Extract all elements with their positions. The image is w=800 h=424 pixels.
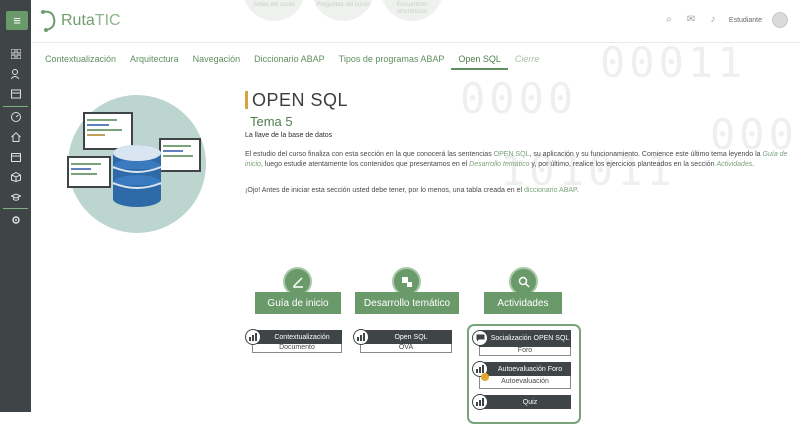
- card-type: Autoevaluación: [479, 376, 571, 389]
- chart-icon: [245, 329, 261, 345]
- tab-navegacion[interactable]: Navegación: [186, 52, 248, 70]
- ghost-link[interactable]: Antes del curso: [243, 0, 305, 21]
- bell-icon[interactable]: ♪: [707, 14, 719, 26]
- heading-accent-bar: [245, 91, 248, 109]
- link-actividades[interactable]: Actividades: [717, 161, 753, 168]
- intro-paragraph: El estudio del curso finaliza con esta s…: [245, 151, 788, 168]
- chat-icon[interactable]: ✉: [685, 14, 697, 26]
- grid-icon[interactable]: [0, 46, 31, 62]
- logo-text[interactable]: RutaTIC: [61, 12, 121, 30]
- topic-subtitle: Tema 5: [250, 114, 293, 129]
- card-quiz[interactable]: Quiz: [472, 394, 571, 410]
- user-area: ⌕ ✉ ♪ Estudiante: [663, 12, 788, 28]
- card-contextualizacion[interactable]: Contextualización Documento: [245, 329, 342, 353]
- ghost-link[interactable]: Preguntas del curso: [312, 0, 374, 21]
- user-search-icon[interactable]: [0, 66, 31, 82]
- cube-icon[interactable]: [0, 169, 31, 185]
- search-icon[interactable]: ⌕: [663, 14, 675, 26]
- logo-icon: [41, 10, 56, 32]
- guia-inicio-button[interactable]: Guía de inicio: [255, 292, 341, 314]
- desarrollo-tematico-button[interactable]: Desarrollo temático: [355, 292, 459, 314]
- user-name[interactable]: Estudiante: [729, 17, 762, 24]
- hamburger-icon: ≡: [13, 13, 21, 28]
- section-tabs: Contextualización Arquitectura Navegació…: [38, 52, 546, 70]
- top-bar: RutaTIC Antes del curso Preguntas del cu…: [31, 0, 800, 43]
- card-open-sql[interactable]: Open SQL OVA: [353, 329, 452, 353]
- graduation-icon[interactable]: [0, 189, 31, 205]
- note-paragraph: ¡Ojo! Antes de iniciar esta sección uste…: [245, 187, 579, 194]
- actividades-button[interactable]: Actividades: [484, 292, 562, 314]
- sidebar-divider: [3, 106, 28, 107]
- tab-open-sql[interactable]: Open SQL: [451, 52, 508, 70]
- card-type: Documento: [252, 344, 342, 353]
- calendar-icon[interactable]: [0, 149, 31, 165]
- sidebar-divider: [3, 208, 28, 209]
- card-type: Foro: [479, 347, 571, 356]
- page-title: OPEN SQL: [252, 90, 349, 110]
- pending-badge-icon: [481, 373, 489, 381]
- tab-diccionario-abap[interactable]: Diccionario ABAP: [247, 52, 332, 70]
- database-icon: [67, 112, 201, 207]
- card-autoevaluacion-foro[interactable]: Autoevaluación Foro Autoevaluación: [472, 361, 571, 389]
- home-icon[interactable]: [0, 129, 31, 145]
- gear-icon[interactable]: [0, 212, 31, 228]
- gauge-icon[interactable]: [0, 109, 31, 125]
- chart-icon: [472, 394, 488, 410]
- tab-tipos-programas[interactable]: Tipos de programas ABAP: [332, 52, 452, 70]
- ghost-link[interactable]: Encuentros sincrónicos: [381, 0, 443, 21]
- speech-bubble-icon: [472, 330, 488, 346]
- book-icon[interactable]: [0, 86, 31, 102]
- tab-contextualizacion[interactable]: Contextualización: [38, 52, 123, 70]
- link-diccionario-abap[interactable]: diccionario ABAP: [524, 187, 577, 194]
- hero-illustration: [67, 95, 206, 233]
- tab-cierre: Cierre: [514, 54, 540, 64]
- avatar[interactable]: [772, 12, 788, 28]
- chart-icon: [353, 329, 369, 345]
- card-type: OVA: [360, 344, 452, 353]
- tagline: La llave de la base de datos: [245, 132, 333, 139]
- tab-arquitectura[interactable]: Arquitectura: [123, 52, 186, 70]
- sidebar: ≡: [0, 0, 31, 412]
- link-open-sql[interactable]: OPEN SQL: [494, 151, 530, 158]
- menu-toggle-button[interactable]: ≡: [6, 11, 28, 30]
- card-socializacion[interactable]: Socialización OPEN SQL Foro: [472, 330, 571, 356]
- link-desarrollo-tematico[interactable]: Desarrollo temático: [469, 161, 529, 168]
